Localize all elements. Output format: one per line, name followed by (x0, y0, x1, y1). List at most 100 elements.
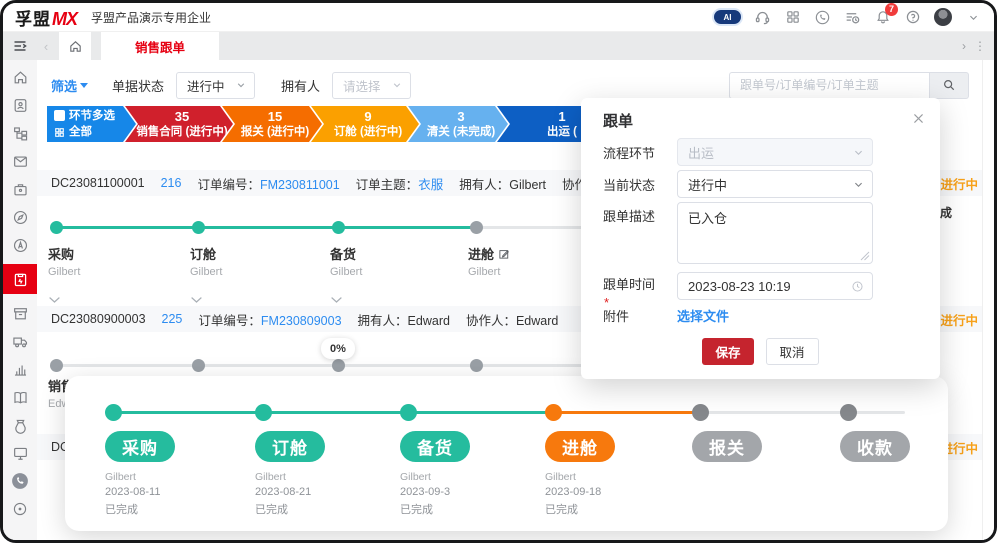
stage-select-value: 出运 (688, 143, 714, 162)
avatar[interactable] (934, 8, 952, 26)
book-icon[interactable] (11, 388, 29, 406)
stage-clearance[interactable]: 3 清关 (未完成) (408, 106, 508, 142)
order-no-link[interactable]: FM230809003 (261, 314, 342, 328)
stage-booking[interactable]: 9 订舱 (进行中) (311, 106, 419, 142)
followup-count-link[interactable]: 216 (161, 176, 182, 190)
contacts-icon[interactable] (11, 96, 29, 114)
stage-label: 报关 (进行中) (241, 125, 309, 139)
record-icon[interactable] (11, 500, 29, 518)
timeline-step: 采购 Gilbert (48, 244, 168, 304)
owner-select[interactable]: 请选择 (332, 72, 411, 99)
status-select[interactable]: 进行中 (176, 72, 255, 99)
timeline-line-segment (476, 226, 597, 229)
home-icon[interactable] (11, 68, 29, 86)
truck-icon[interactable] (11, 332, 29, 350)
help-icon[interactable] (904, 9, 921, 26)
chart-icon[interactable] (11, 360, 29, 378)
order-no-link[interactable]: FM230811001 (260, 178, 340, 192)
expand-chevron-icon[interactable] (330, 296, 343, 304)
timeline-dot[interactable] (470, 221, 483, 234)
current-status-select[interactable]: 进行中 (677, 170, 873, 198)
step-date: 2023-09-18 (545, 486, 685, 498)
forward-chevron-icon[interactable]: › (962, 39, 966, 53)
archive-icon[interactable] (11, 304, 29, 322)
search-input[interactable] (729, 72, 929, 99)
back-chevron-icon[interactable]: ‹ (37, 39, 55, 54)
attach-field-label: 附件 (603, 308, 659, 326)
desc-textarea[interactable]: 已入仓 (677, 202, 873, 264)
stage-sales-contract[interactable]: 35 销售合同 (进行中) (125, 106, 233, 142)
subject-link[interactable]: 衣服 (418, 178, 443, 192)
circle-a-icon[interactable] (11, 236, 29, 254)
step-pill[interactable]: 进舱 (545, 431, 615, 462)
bell-icon[interactable]: 7 (874, 9, 891, 26)
timeline-dot[interactable] (50, 359, 63, 372)
timeline-dot[interactable] (332, 359, 345, 372)
step-pill[interactable]: 收款 (840, 431, 910, 462)
mail-icon[interactable] (11, 152, 29, 170)
expand-chevron-icon[interactable] (48, 296, 61, 304)
timeline-line-segment (56, 226, 476, 229)
step-date: 2023-08-21 (255, 486, 395, 498)
step-name: 进舱 (468, 244, 494, 263)
step-pill[interactable]: 订舱 (255, 431, 325, 462)
timeline-dot[interactable] (192, 359, 205, 372)
whatsapp-icon[interactable] (814, 9, 831, 26)
ai-assistant-icon[interactable]: AI (714, 10, 741, 24)
step-pill[interactable]: 采购 (105, 431, 175, 462)
home-tab-icon[interactable] (59, 32, 91, 60)
timeline-dot[interactable] (470, 359, 483, 372)
filter-label: 筛选 (51, 76, 77, 95)
chevron-down-icon[interactable] (965, 9, 982, 26)
timeline-step-current: 进舱 Gilbert (468, 244, 588, 278)
edit-icon[interactable] (498, 248, 510, 260)
timeline-dot[interactable] (332, 221, 345, 234)
desc-value: 已入仓 (688, 211, 727, 226)
followup-clipboard-icon[interactable] (3, 264, 37, 294)
caret-down-icon (80, 83, 88, 88)
multi-select-checkbox[interactable] (54, 110, 65, 121)
chevron-down-icon (236, 80, 246, 90)
tab-sales-followup[interactable]: 销售跟单 (101, 32, 219, 60)
money-icon[interactable] (11, 416, 29, 434)
more-menu-icon[interactable]: ⋮ (974, 39, 986, 53)
status-badge: 进行中 (940, 310, 978, 329)
resize-grip-icon[interactable] (860, 251, 870, 261)
task-list-icon[interactable] (844, 9, 861, 26)
close-icon[interactable] (910, 110, 926, 126)
timeline-dot[interactable] (192, 221, 205, 234)
doc-number: DC23080900003 (51, 312, 146, 326)
timeline-dot[interactable] (50, 221, 63, 234)
choose-file-link[interactable]: 选择文件 (677, 309, 729, 324)
stage-all[interactable]: 环节多选 全部 (47, 106, 136, 142)
modal-title: 跟单 (603, 110, 633, 131)
filter-toggle[interactable]: 筛选 (51, 76, 88, 95)
time-input[interactable]: 2023-08-23 10:19 (677, 272, 873, 300)
expand-chevron-icon[interactable] (190, 296, 203, 304)
stage-all-label: 全部 (69, 125, 92, 139)
cancel-button[interactable]: 取消 (766, 338, 819, 365)
save-button[interactable]: 保存 (702, 338, 753, 365)
search-button[interactable] (929, 72, 969, 99)
headset-icon[interactable] (754, 9, 771, 26)
stage-select: 出运 (677, 138, 873, 166)
timeline-dot (105, 404, 122, 421)
step-pill[interactable]: 备货 (400, 431, 470, 462)
followup-count-link[interactable]: 225 (162, 312, 183, 326)
whatsapp-icon[interactable] (11, 472, 29, 490)
stage-customs[interactable]: 15 报关 (进行中) (222, 106, 322, 142)
tab-bar: ‹ 销售跟单 › ⋮ (3, 32, 994, 60)
collapse-menu-icon[interactable] (3, 32, 37, 60)
step-pill[interactable]: 报关 (692, 431, 762, 462)
clock-icon (851, 280, 864, 293)
apps-grid-icon[interactable] (784, 9, 801, 26)
org-icon[interactable] (11, 124, 29, 142)
status-field-label: 当前状态 (603, 177, 659, 195)
timeline-dot (545, 404, 562, 421)
step-name: 订舱 (190, 244, 310, 263)
compass-icon[interactable] (11, 208, 29, 226)
monitor-icon[interactable] (11, 444, 29, 462)
timeline-dot (840, 404, 857, 421)
briefcase-icon[interactable] (11, 180, 29, 198)
subject-label: 订单主题： (356, 178, 419, 192)
